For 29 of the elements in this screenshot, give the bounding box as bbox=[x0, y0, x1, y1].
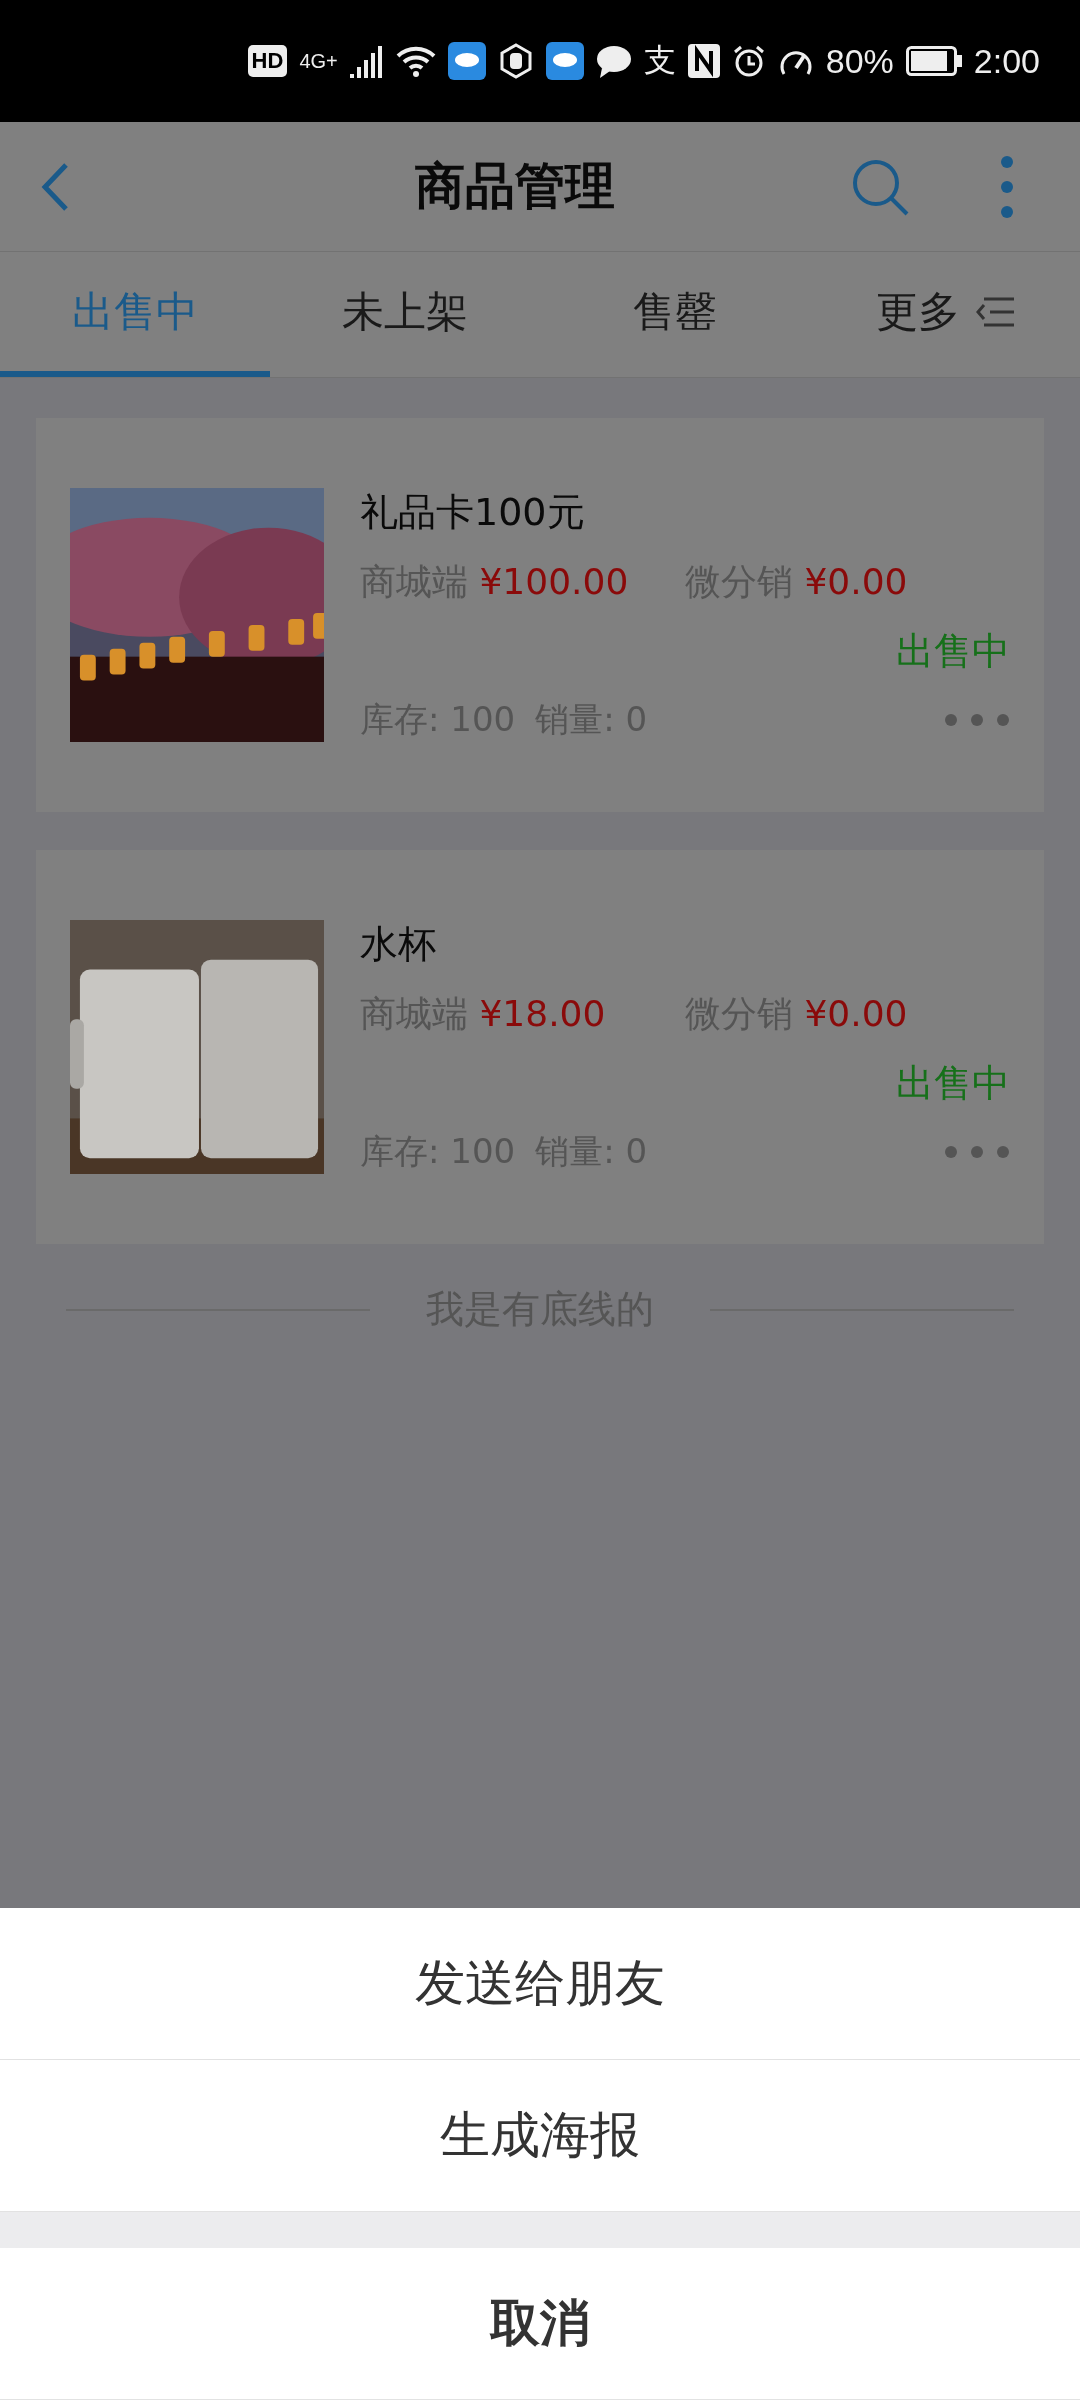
battery-icon bbox=[905, 46, 962, 76]
wifi-icon bbox=[395, 44, 436, 78]
payment-glyph: 支 bbox=[643, 41, 676, 80]
status-label: 出售中 bbox=[895, 628, 1010, 676]
chat-bubble-icon bbox=[595, 44, 632, 78]
product-name: 礼品卡100元 bbox=[360, 489, 586, 536]
more-menu-icon[interactable] bbox=[1000, 154, 1014, 219]
battery-percent: 80% bbox=[825, 41, 894, 81]
more-icon[interactable] bbox=[944, 712, 1010, 727]
sheet-action[interactable]: 生成海报 bbox=[0, 2060, 1080, 2212]
status-label: 出售中 bbox=[895, 1060, 1010, 1108]
tab[interactable]: 未上架 bbox=[270, 252, 540, 377]
hd-indicator: HD bbox=[247, 45, 288, 77]
cancel-button[interactable]: 取消 bbox=[0, 2248, 1080, 2400]
app-notification-icon bbox=[447, 42, 486, 80]
tab[interactable]: 更多 bbox=[810, 252, 1080, 377]
list-icon bbox=[976, 296, 1014, 327]
nfc-icon bbox=[687, 44, 720, 78]
tab[interactable]: 售罄 bbox=[540, 252, 810, 377]
alarm-icon bbox=[731, 44, 766, 78]
back-icon[interactable] bbox=[40, 161, 70, 212]
product-name: 水杯 bbox=[360, 921, 437, 968]
signal-icon bbox=[349, 44, 384, 78]
network-type: 4G+ bbox=[299, 49, 338, 73]
clock-time: 2:00 bbox=[973, 41, 1040, 81]
page-title: 商品管理 bbox=[414, 156, 616, 217]
app-notification-icon bbox=[545, 42, 584, 80]
more-icon[interactable] bbox=[944, 1144, 1010, 1159]
sheet-action[interactable]: 发送给朋友 bbox=[0, 1908, 1080, 2060]
